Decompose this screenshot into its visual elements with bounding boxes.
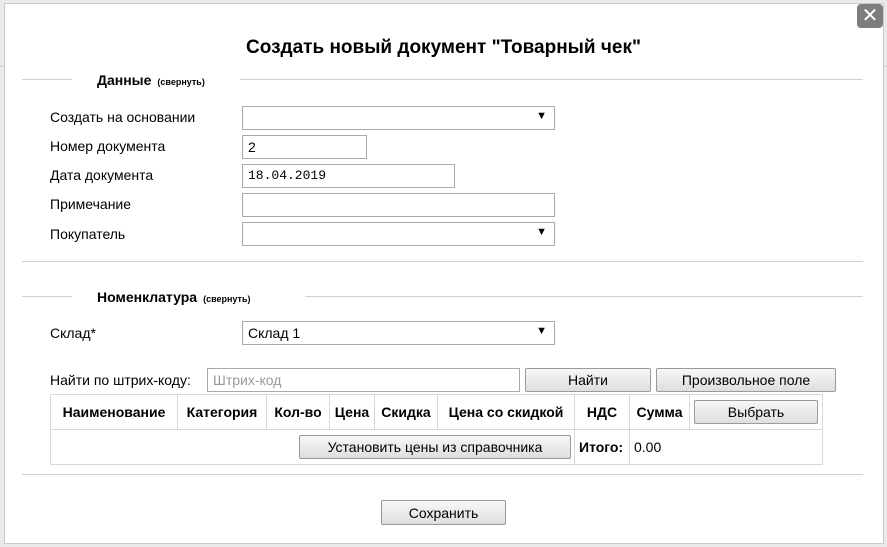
barcode-input[interactable]: Штрих-код — [207, 368, 520, 392]
warehouse-select[interactable]: Склад 1 ▼ — [242, 321, 555, 345]
save-button[interactable]: Сохранить — [381, 500, 506, 525]
column-header: НДС — [574, 394, 630, 430]
section-divider — [22, 261, 863, 262]
date-input[interactable]: 18.04.2019 — [242, 164, 455, 188]
note-input[interactable] — [242, 193, 555, 217]
section-data-title: Данные — [97, 72, 152, 88]
section-divider — [240, 79, 863, 80]
column-header: Сумма — [629, 394, 690, 430]
total-label: Итого: — [574, 429, 630, 465]
section-divider — [305, 296, 863, 297]
base-label: Создать на основании — [50, 109, 196, 125]
column-header: Цена со скидкой — [437, 394, 575, 430]
choose-cell: Выбрать — [689, 394, 823, 430]
section-divider — [22, 79, 72, 80]
set-prices-cell: Установить цены из справочника — [50, 429, 575, 465]
custom-field-button[interactable]: Произвольное поле — [656, 368, 836, 392]
choose-button[interactable]: Выбрать — [694, 400, 818, 424]
column-header: Категория — [177, 394, 267, 430]
column-header: Скидка — [374, 394, 438, 430]
collapse-data-link[interactable]: (свернуть) — [157, 77, 204, 87]
buyer-select[interactable]: ▼ — [242, 222, 555, 246]
section-items-title: Номенклатура — [97, 289, 198, 305]
set-prices-button[interactable]: Установить цены из справочника — [299, 435, 571, 459]
total-value: 0.00 — [629, 429, 823, 465]
warehouse-value: Склад 1 — [248, 325, 301, 341]
barcode-label: Найти по штрих-коду: — [50, 372, 191, 388]
note-label: Примечание — [50, 196, 132, 212]
number-label: Номер документа — [50, 138, 166, 154]
section-divider — [22, 296, 72, 297]
section-divider — [22, 474, 863, 475]
items-table: Наименование Категория Кол-во Цена Скидк… — [50, 394, 823, 465]
warehouse-label: Склад* — [50, 325, 96, 341]
dialog-title: Создать новый документ "Товарный чек" — [246, 37, 641, 58]
chevron-down-icon: ▼ — [536, 110, 547, 122]
close-icon[interactable]: ✕ — [857, 4, 883, 28]
column-header: Наименование — [50, 394, 178, 430]
section-items-legend: Номенклатура (свернуть) — [97, 289, 251, 305]
column-header: Кол-во — [266, 394, 330, 430]
table-footer-row: Установить цены из справочника Итого: 0.… — [50, 429, 823, 465]
chevron-down-icon: ▼ — [536, 325, 547, 337]
column-header: Цена — [329, 394, 375, 430]
buyer-label: Покупатель — [50, 226, 126, 242]
collapse-items-link[interactable]: (свернуть) — [203, 294, 250, 304]
find-button[interactable]: Найти — [525, 368, 651, 392]
number-input[interactable]: 2 — [242, 135, 367, 159]
section-data-legend: Данные (свернуть) — [97, 72, 205, 88]
table-header-row: Наименование Категория Кол-во Цена Скидк… — [50, 394, 823, 430]
chevron-down-icon: ▼ — [536, 226, 547, 238]
date-label: Дата документа — [50, 167, 154, 183]
base-select[interactable]: ▼ — [242, 106, 555, 130]
